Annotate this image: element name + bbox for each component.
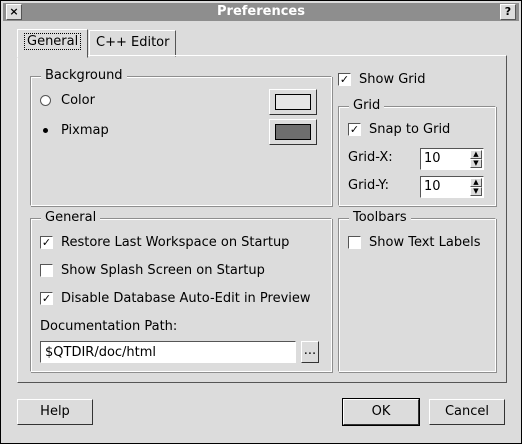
grid-group-title: Grid [349, 98, 385, 114]
snap-to-grid-label: Snap to Grid [369, 122, 451, 137]
show-text-labels-checkbox[interactable]: Show Text Labels [348, 235, 480, 250]
toolbars-group-title: Toolbars [349, 210, 411, 226]
grid-x-value[interactable]: 10 [424, 149, 441, 169]
snap-to-grid-check-icon[interactable]: ✓ [348, 123, 361, 136]
grid-group: Grid ✓ Snap to Grid Grid-X: 10 ▲ ▼ Grid-… [338, 98, 496, 206]
restore-workspace-label: Restore Last Workspace on Startup [61, 235, 290, 250]
doc-path-label: Documentation Path: [40, 319, 178, 334]
color-swatch [275, 94, 311, 110]
grid-x-spinbox[interactable]: 10 ▲ ▼ [420, 148, 484, 170]
splash-screen-label: Show Splash Screen on Startup [61, 263, 265, 278]
general-group: General ✓ Restore Last Workspace on Star… [30, 210, 332, 372]
general-group-title: General [41, 210, 101, 226]
title-bar[interactable]: × Preferences ? [3, 3, 519, 21]
browse-button[interactable]: ... [301, 341, 319, 363]
splash-screen-checkbox[interactable]: Show Splash Screen on Startup [40, 263, 265, 278]
tab-general[interactable]: General [17, 29, 89, 58]
disable-auto-edit-checkbox[interactable]: ✓ Disable Database Auto-Edit in Preview [40, 291, 311, 306]
show-grid-check-icon[interactable]: ✓ [338, 73, 351, 86]
color-button[interactable] [269, 89, 317, 115]
disable-auto-edit-label: Disable Database Auto-Edit in Preview [61, 291, 311, 306]
ok-button[interactable]: OK [342, 398, 420, 426]
grid-x-up-icon[interactable]: ▲ [470, 150, 482, 159]
color-radio-label: Color [61, 93, 95, 108]
show-grid-label: Show Grid [359, 72, 426, 87]
help-button[interactable]: Help [17, 399, 93, 425]
tab-cpp-editor-label: C++ Editor [96, 35, 170, 50]
help-icon[interactable]: ? [500, 4, 516, 20]
grid-y-value[interactable]: 10 [424, 177, 441, 197]
pixmap-radio-indicator[interactable] [40, 125, 51, 136]
disable-auto-edit-check-icon[interactable]: ✓ [40, 292, 53, 305]
background-group-title: Background [41, 68, 127, 84]
snap-to-grid-checkbox[interactable]: ✓ Snap to Grid [348, 122, 450, 137]
window-title: Preferences [217, 4, 305, 19]
grid-y-label: Grid-Y: [348, 178, 390, 193]
pixmap-swatch [275, 124, 311, 140]
tab-panel-general: Background Color Pixmap ✓ Show Grid Grid [17, 55, 507, 383]
grid-y-spinbox[interactable]: 10 ▲ ▼ [420, 176, 484, 198]
pixmap-radio[interactable]: Pixmap [40, 123, 109, 138]
show-text-labels-check-icon[interactable] [348, 236, 361, 249]
pixmap-radio-label: Pixmap [61, 123, 109, 138]
grid-x-down-icon[interactable]: ▼ [470, 159, 482, 168]
show-text-labels-label: Show Text Labels [369, 235, 481, 250]
tab-cpp-editor[interactable]: C++ Editor [89, 30, 177, 57]
splash-screen-check-icon[interactable] [40, 264, 53, 277]
cancel-button[interactable]: Cancel [429, 399, 505, 425]
color-radio-indicator[interactable] [40, 95, 51, 106]
grid-y-down-icon[interactable]: ▼ [470, 187, 482, 196]
grid-x-label: Grid-X: [348, 150, 393, 165]
color-radio[interactable]: Color [40, 93, 95, 108]
preferences-dialog: × Preferences ? General C++ Editor Backg… [0, 0, 522, 444]
show-grid-checkbox[interactable]: ✓ Show Grid [338, 72, 426, 87]
grid-y-up-icon[interactable]: ▲ [470, 178, 482, 187]
tab-general-label: General [24, 33, 82, 50]
restore-workspace-check-icon[interactable]: ✓ [40, 236, 53, 249]
pixmap-button[interactable] [269, 119, 317, 145]
restore-workspace-checkbox[interactable]: ✓ Restore Last Workspace on Startup [40, 235, 289, 250]
doc-path-input[interactable]: $QTDIR/doc/html [40, 341, 296, 363]
background-group: Background Color Pixmap [30, 68, 332, 206]
toolbars-group: Toolbars Show Text Labels [338, 210, 496, 372]
